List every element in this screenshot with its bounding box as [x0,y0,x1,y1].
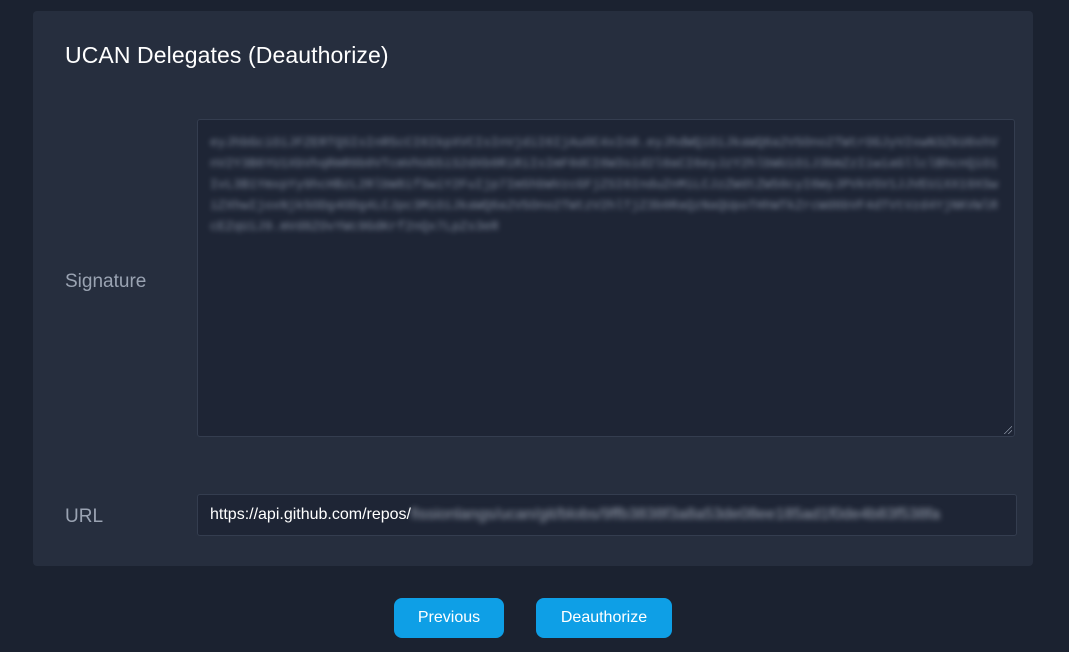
resize-handle-icon[interactable] [1004,426,1012,434]
previous-button[interactable]: Previous [394,598,504,638]
signature-value: eyJhbGciOiJFZERTQSIsInR5cCI6IkpXVCIsInVj… [210,135,998,234]
url-value-prefix: https://api.github.com/repos/ [210,506,411,523]
url-label: URL [65,506,104,527]
card-title: UCAN Delegates (Deauthorize) [65,42,389,68]
page: UCAN Delegates (Deauthorize) Signature e… [0,0,1069,652]
url-input[interactable]: https://api.github.com/repos/fissionlang… [197,494,1017,536]
delegates-card: UCAN Delegates (Deauthorize) Signature e… [33,11,1033,566]
signature-textarea[interactable]: eyJhbGciOiJFZERTQSIsInR5cCI6IkpXVCIsInVj… [197,119,1015,437]
url-value-suffix: fissionlangs/ucan/git/blobs/9ffb3838f3a8… [411,506,941,523]
deauthorize-button[interactable]: Deauthorize [536,598,672,638]
signature-label: Signature [65,271,147,292]
